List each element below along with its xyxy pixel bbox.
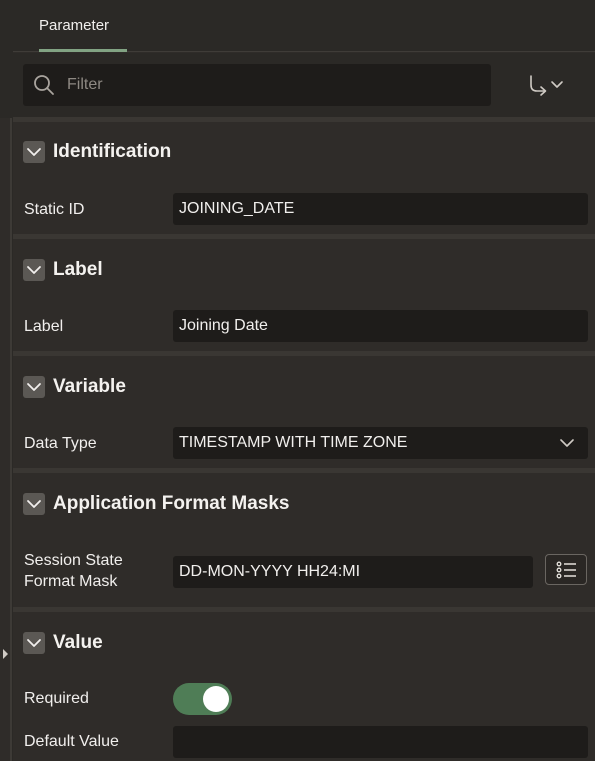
- toolbar: [13, 53, 595, 117]
- list-icon: [556, 561, 576, 579]
- left-gutter: [0, 0, 12, 761]
- label-field-label: Label: [24, 318, 64, 335]
- section-header-value[interactable]: Value: [13, 621, 595, 665]
- left-gutter-lower: [0, 118, 12, 761]
- chevron-down-icon: [560, 439, 574, 447]
- section-header-format-masks[interactable]: Application Format Masks: [13, 482, 595, 526]
- collapse-chevron-icon[interactable]: [23, 141, 45, 163]
- section-separator: [13, 117, 595, 122]
- section-title: Label: [53, 259, 103, 280]
- tab-bar: Parameter: [13, 0, 595, 52]
- collapse-chevron-icon[interactable]: [23, 259, 45, 281]
- data-type-value: TIMESTAMP WITH TIME ZONE: [179, 434, 408, 451]
- section-title: Application Format Masks: [53, 493, 290, 514]
- section-separator: [13, 351, 595, 356]
- label-input[interactable]: Joining Date: [173, 310, 588, 342]
- required-label: Required: [24, 690, 89, 707]
- session-state-format-mask-label-line1: Session State: [24, 552, 123, 569]
- data-type-label: Data Type: [24, 435, 97, 452]
- section-header-label[interactable]: Label: [13, 248, 595, 292]
- search-icon: [34, 75, 54, 95]
- session-state-format-mask-label-line2: Format Mask: [24, 573, 118, 590]
- session-state-format-mask-input[interactable]: DD-MON-YYYY HH24:MI: [173, 556, 533, 588]
- goto-group-icon[interactable]: [525, 71, 569, 99]
- tab-parameter-label: Parameter: [39, 17, 110, 34]
- data-type-select[interactable]: TIMESTAMP WITH TIME ZONE: [173, 427, 588, 459]
- filter-input[interactable]: [67, 64, 477, 106]
- section-title: Value: [53, 632, 103, 653]
- left-gutter-upper: [0, 0, 12, 118]
- list-picker-button[interactable]: [545, 554, 587, 585]
- filter-box: [23, 64, 491, 106]
- section-separator: [13, 607, 595, 612]
- required-toggle[interactable]: [173, 683, 232, 715]
- tab-parameter[interactable]: Parameter: [25, 0, 127, 52]
- section-header-variable[interactable]: Variable: [13, 365, 595, 409]
- property-editor-panel: Parameter Identification Static ID JOINI…: [13, 0, 595, 761]
- section-title: Variable: [53, 376, 126, 397]
- active-tab-indicator: [39, 49, 127, 52]
- section-separator: [13, 234, 595, 239]
- collapse-chevron-icon[interactable]: [23, 632, 45, 654]
- section-title: Identification: [53, 141, 172, 162]
- collapse-chevron-icon[interactable]: [23, 376, 45, 398]
- default-value-input[interactable]: [173, 726, 588, 758]
- default-value-label: Default Value: [24, 733, 119, 750]
- section-header-identification[interactable]: Identification: [13, 130, 595, 174]
- expand-panel-arrow-icon[interactable]: [3, 649, 8, 659]
- static-id-label: Static ID: [24, 201, 85, 218]
- collapse-chevron-icon[interactable]: [23, 493, 45, 515]
- toggle-knob: [203, 686, 229, 712]
- section-separator: [13, 468, 595, 473]
- static-id-input[interactable]: JOINING_DATE: [173, 193, 588, 225]
